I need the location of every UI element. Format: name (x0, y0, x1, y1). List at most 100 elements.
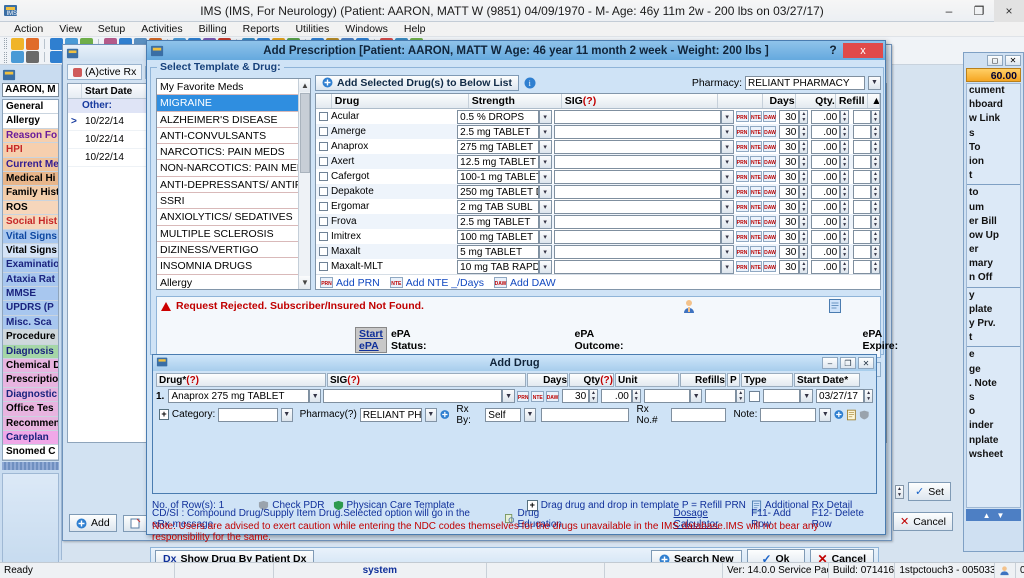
rx-cancel-button[interactable]: ✕ Cancel (893, 512, 953, 531)
row-refill-field[interactable] (853, 229, 872, 244)
row-days-field[interactable]: 30 (779, 154, 800, 169)
sidebar-item-recommen[interactable]: Recommen (3, 416, 58, 431)
sidebar-patient-name[interactable]: AARON, M (2, 83, 59, 97)
row-add-nte-icon[interactable]: NTE (749, 231, 763, 242)
row-strength-dropdown-icon[interactable]: ▾ (538, 154, 552, 169)
type-dropdown-icon[interactable]: ▼ (800, 389, 814, 403)
shield-icon[interactable] (859, 409, 870, 421)
row-refill-field[interactable] (853, 259, 872, 274)
sidebar-item-medical-hi[interactable]: Medical Hi (3, 171, 58, 187)
right-sidebar-item-18[interactable]: e (967, 348, 1020, 362)
template-item-insomnia-drugs[interactable]: INSOMNIA DRUGS (157, 258, 310, 275)
row-strength-dropdown-icon[interactable]: ▾ (538, 199, 552, 214)
row-days-stepper[interactable]: ▲ ▼ (799, 184, 809, 199)
table-row[interactable]: Maxalt 5 mg TABLET ▾ ▾ PRN NTE DAW 30 ▲ ▼ .00 ▲ ▼ ▲ ▼ (316, 244, 880, 259)
row-sig-dropdown-icon[interactable]: ▾ (720, 259, 734, 274)
menu-item-activities[interactable]: Activities (133, 23, 190, 35)
row-checkbox[interactable] (319, 247, 328, 256)
qty-stepper[interactable]: ▲ ▼ (631, 389, 641, 403)
info-icon[interactable]: i (524, 77, 536, 89)
row-strength-field[interactable]: 250 mg TABLET DR (457, 184, 539, 199)
scrollbar-thumb[interactable] (300, 93, 310, 173)
row-days-stepper[interactable]: ▲ ▼ (799, 244, 809, 259)
rx-no-field[interactable] (671, 407, 727, 422)
row-days-field[interactable]: 30 (779, 244, 800, 259)
row-sig-dropdown-icon[interactable]: ▾ (720, 184, 734, 199)
row-checkbox[interactable] (319, 262, 328, 271)
add-daw-link[interactable]: DAW Add DAW (493, 277, 556, 289)
row-sig-field[interactable] (553, 169, 721, 184)
right-sidebar-item-7[interactable]: to (967, 186, 1020, 200)
sidebar-item-social-hist[interactable]: Social Hist (3, 215, 58, 230)
table-row[interactable]: Axert 12.5 mg TABLET ▾ ▾ PRN NTE DAW 30 ▲ ▼ .00 ▲ ▼ ▲… (316, 154, 880, 169)
row-add-nte-icon[interactable]: NTE (749, 126, 763, 137)
document-icon[interactable] (846, 409, 857, 421)
row-add-daw-icon[interactable]: DAW (763, 261, 777, 272)
menu-item-help[interactable]: Help (396, 23, 434, 35)
row-add-nte-icon[interactable]: NTE (749, 156, 763, 167)
row-strength-dropdown-icon[interactable]: ▾ (538, 244, 552, 259)
row-strength-field[interactable]: 0.5 % DROPS (457, 109, 539, 124)
row-strength-field[interactable]: 2.5 mg TABLET (457, 214, 539, 229)
row-add-daw-icon[interactable]: DAW (763, 171, 777, 182)
template-item-ssri[interactable]: SSRI (157, 193, 310, 210)
row-days-field[interactable]: 30 (779, 199, 800, 214)
sidebar-item-examinatio[interactable]: Examinatio (3, 258, 58, 273)
sidebar-item-prescriptio[interactable]: Prescriptio (3, 373, 58, 388)
add-prn-link[interactable]: PRN Add PRN (320, 277, 380, 289)
right-sidebar-item-22[interactable]: o (967, 405, 1020, 419)
menu-item-utilities[interactable]: Utilities (287, 23, 337, 35)
scroll-up-icon[interactable]: ▲ (299, 79, 310, 92)
col-scroll[interactable]: ▲ (868, 94, 880, 108)
template-item-narcotics-pain-meds[interactable]: NARCOTICS: PAIN MEDS (157, 144, 310, 161)
right-sidebar-item-9[interactable]: er Bill (967, 215, 1020, 229)
row-days-field[interactable]: 30 (779, 259, 800, 274)
row-days-field[interactable]: 30 (779, 109, 800, 124)
row-refill-field[interactable] (853, 214, 872, 229)
row-sig-dropdown-icon[interactable]: ▾ (720, 124, 734, 139)
row-sig-field[interactable] (553, 109, 721, 124)
menu-item-reports[interactable]: Reports (235, 23, 288, 35)
row-checkbox[interactable] (319, 232, 328, 241)
row-qty-stepper[interactable]: ▲ ▼ (840, 169, 850, 184)
right-sidebar-item-5[interactable]: ion (967, 155, 1020, 169)
sidebar-item-diagnosis[interactable]: Diagnosis (3, 344, 58, 360)
row-qty-field[interactable]: .00 (811, 199, 841, 214)
sidebar-item-snomed-c[interactable]: Snomed C (3, 445, 58, 460)
row-refill-field[interactable] (853, 109, 872, 124)
row-add-daw-icon[interactable]: DAW (763, 141, 777, 152)
note-field[interactable] (760, 407, 817, 422)
row-days-stepper[interactable]: ▲ ▼ (799, 214, 809, 229)
rx-stepper[interactable]: ▲ ▼ (895, 484, 904, 499)
rx-col-marker[interactable] (68, 84, 82, 98)
sig-field[interactable] (323, 389, 503, 403)
row-checkbox[interactable] (319, 112, 328, 121)
row-strength-field[interactable]: 10 mg TAB RAPDIS (457, 259, 539, 274)
restore-button[interactable]: ❐ (964, 0, 994, 22)
template-item-diziness-vertigo[interactable]: DIZINESS/VERTIGO (157, 242, 310, 259)
table-row[interactable]: Frova 2.5 mg TABLET ▾ ▾ PRN NTE DAW 30 ▲ ▼ .00 ▲ ▼ ▲ ▼ (316, 214, 880, 229)
row-days-stepper[interactable]: ▲ ▼ (799, 124, 809, 139)
row-sig-field[interactable] (553, 214, 721, 229)
unit-dropdown-icon[interactable]: ▼ (689, 389, 703, 403)
start-date-stepper[interactable]: ▲ ▼ (864, 389, 873, 403)
row-refill-stepper[interactable]: ▲ ▼ (871, 229, 880, 244)
sidebar-item-careplan[interactable]: Careplan (3, 430, 58, 446)
drug-field[interactable]: Anaprox 275 mg TABLET (168, 389, 309, 403)
add-drug-minimize-button[interactable]: – (822, 357, 838, 369)
row-refill-stepper[interactable]: ▲ ▼ (871, 154, 880, 169)
row-sig-field[interactable] (553, 154, 721, 169)
row-add-prn-icon[interactable]: PRN (735, 186, 749, 197)
right-sidebar-item-16[interactable]: y Prv. (967, 317, 1020, 331)
right-sidebar-item-3[interactable]: s (967, 127, 1020, 141)
template-item-my-favorite-meds[interactable]: My Favorite Meds (157, 79, 310, 96)
row-add-prn-icon[interactable]: PRN (735, 231, 749, 242)
row-sig-dropdown-icon[interactable]: ▾ (720, 199, 734, 214)
sidebar-item-procedure[interactable]: Procedure (3, 330, 58, 345)
rx-document-icon[interactable] (829, 299, 841, 316)
template-item-anxiolytics-sedatives[interactable]: ANXIOLYTICS/ SEDATIVES (157, 209, 310, 226)
toolbar-grip[interactable] (4, 51, 7, 63)
row-strength-field[interactable]: 2.5 mg TABLET (457, 124, 539, 139)
right-sidebar-item-4[interactable]: To (967, 141, 1020, 155)
row-qty-field[interactable]: .00 (811, 244, 841, 259)
